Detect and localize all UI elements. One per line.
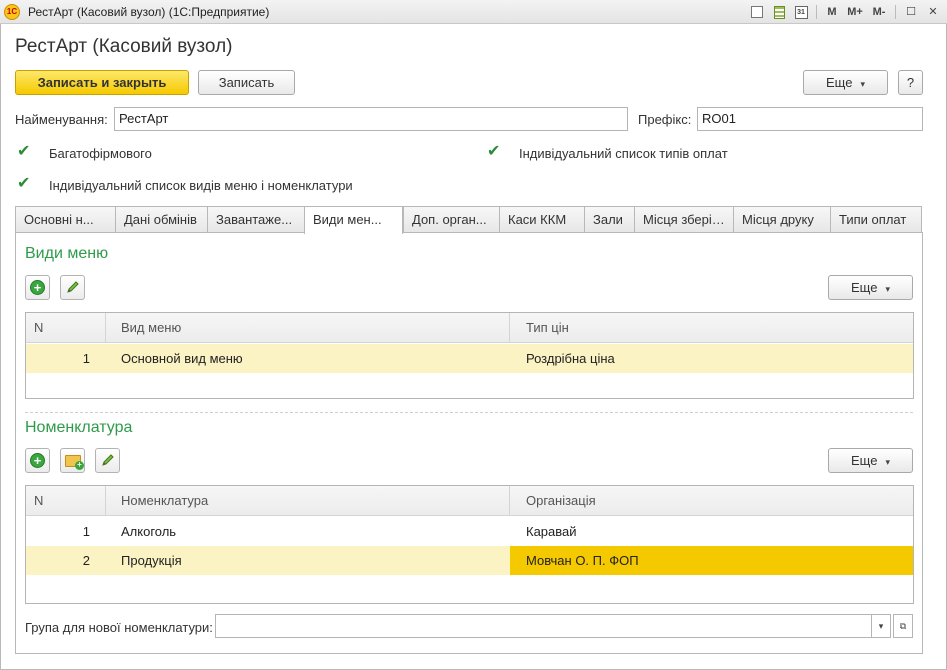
table-row[interactable]: 1 Основной вид меню Роздрібна ціна	[26, 344, 913, 373]
name-label: Найменування:	[15, 112, 108, 127]
tab-halls[interactable]: Зали	[584, 206, 635, 233]
close-icon[interactable]: ✕	[923, 3, 943, 21]
open-icon[interactable]: ⧉	[893, 614, 913, 638]
table-header: N Вид меню Тип цін	[26, 313, 913, 343]
menu-more-button[interactable]: Еще ▾	[828, 275, 913, 300]
folder-add-icon: +	[65, 455, 84, 470]
pay-types-checkbox[interactable]: ✔	[487, 144, 501, 160]
column-header-organization[interactable]: Організація	[510, 486, 913, 516]
prefix-label: Префікс:	[638, 112, 692, 127]
add-menu-type-button[interactable]: +	[25, 275, 50, 300]
prefix-field[interactable]: RO01	[697, 107, 923, 131]
nomenclature-cell[interactable]: Алкоголь	[106, 517, 510, 546]
column-header-price-type[interactable]: Тип цін	[510, 313, 913, 343]
titlebar-toolbar: 31 M M+ M- ☐ ✕	[747, 3, 943, 21]
organization-cell[interactable]: Мовчан О. П. ФОП	[510, 546, 913, 575]
more-label: Еще	[826, 75, 853, 90]
row-number: 1	[82, 351, 90, 366]
help-button[interactable]: ?	[898, 70, 923, 95]
table-row[interactable]: 1 Алкоголь Каравай	[26, 517, 913, 546]
row-number: 2	[82, 553, 90, 568]
tab-exchange-data[interactable]: Дані обмінів	[115, 206, 208, 233]
chevron-down-icon[interactable]: ▾	[871, 614, 891, 638]
section-divider	[25, 412, 913, 413]
nomenclature-section-title: Номенклатура	[25, 419, 133, 436]
column-header-menu-type[interactable]: Вид меню	[106, 313, 510, 343]
pencil-icon	[102, 454, 114, 466]
column-header-n[interactable]: N	[26, 486, 106, 516]
menu-types-label: Індивідуальний список видів меню і номен…	[49, 178, 353, 193]
add-group-button[interactable]: +	[60, 448, 85, 473]
menu-types-table[interactable]: N Вид меню Тип цін 1 Основной вид меню Р…	[25, 312, 914, 399]
tab-menu-types[interactable]: Види мен...	[304, 206, 403, 234]
more-button[interactable]: Еще ▾	[803, 70, 888, 95]
chevron-down-icon: ▾	[885, 457, 890, 467]
pencil-icon	[67, 281, 79, 293]
chevron-down-icon: ▾	[860, 79, 865, 89]
name-field[interactable]: РестАрт	[114, 107, 628, 131]
add-nomenclature-button[interactable]: +	[25, 448, 50, 473]
toolbar-divider	[895, 5, 896, 19]
menu-type-cell[interactable]: Основной вид меню	[106, 344, 510, 373]
tab-storage-places[interactable]: Місця зберіг...	[634, 206, 734, 233]
memory-minus-button[interactable]: M-	[868, 3, 890, 21]
tab-additional[interactable]: Доп. орган...	[403, 206, 500, 233]
multi-firm-checkbox[interactable]: ✔	[17, 144, 31, 160]
table-row[interactable]: 2 Продукція Мовчан О. П. ФОП	[26, 546, 913, 575]
tab-print-places[interactable]: Місця друку	[733, 206, 831, 233]
edit-nomenclature-button[interactable]	[95, 448, 120, 473]
row-number: 1	[82, 524, 90, 539]
tab-main[interactable]: Основні н...	[15, 206, 116, 233]
page-title: РестАрт (Касовий вузол)	[15, 36, 233, 57]
table-header: N Номенклатура Організація	[26, 486, 913, 516]
window-titlebar: 1С РестАрт (Касовий вузол) (1С:Предприят…	[0, 0, 947, 24]
group-field[interactable]	[215, 614, 872, 638]
calculator-icon[interactable]	[769, 3, 789, 21]
add-icon: +	[30, 453, 45, 468]
pay-types-label: Індивідуальний список типів оплат	[519, 146, 728, 161]
group-label: Група для нової номенклатури:	[25, 620, 213, 635]
toolbar-divider	[816, 5, 817, 19]
memory-plus-button[interactable]: M+	[844, 3, 866, 21]
menu-types-checkbox[interactable]: ✔	[17, 176, 31, 192]
column-header-nomenclature[interactable]: Номенклатура	[106, 486, 510, 516]
print-doc-icon[interactable]	[747, 3, 767, 21]
calendar-icon[interactable]: 31	[791, 3, 811, 21]
nomenclature-table[interactable]: N Номенклатура Організація 1 Алкоголь Ка…	[25, 485, 914, 604]
maximize-icon[interactable]: ☐	[901, 3, 921, 21]
multi-firm-label: Багатофірмового	[49, 146, 152, 161]
nomenclature-more-label: Еще	[851, 453, 878, 468]
tab-payment-types[interactable]: Типи оплат	[830, 206, 922, 233]
app-logo-icon: 1С	[4, 4, 20, 20]
tab-cash-registers[interactable]: Каси ККМ	[499, 206, 585, 233]
nomenclature-cell[interactable]: Продукція	[106, 546, 510, 575]
menu-more-label: Еще	[851, 280, 878, 295]
price-type-cell[interactable]: Роздрібна ціна	[510, 344, 913, 373]
window-title: РестАрт (Касовий вузол) (1С:Предприятие)	[28, 5, 270, 19]
add-icon: +	[30, 280, 45, 295]
edit-menu-type-button[interactable]	[60, 275, 85, 300]
menu-section-title: Види меню	[25, 245, 109, 262]
save-and-close-button[interactable]: Записать и закрыть	[15, 70, 189, 95]
column-header-n[interactable]: N	[26, 313, 106, 343]
memory-button[interactable]: M	[822, 3, 842, 21]
organization-cell[interactable]: Каравай	[510, 517, 913, 546]
chevron-down-icon: ▾	[885, 284, 890, 294]
nomenclature-more-button[interactable]: Еще ▾	[828, 448, 913, 473]
tab-loading[interactable]: Завантаже...	[207, 206, 305, 233]
save-button[interactable]: Записать	[198, 70, 295, 95]
